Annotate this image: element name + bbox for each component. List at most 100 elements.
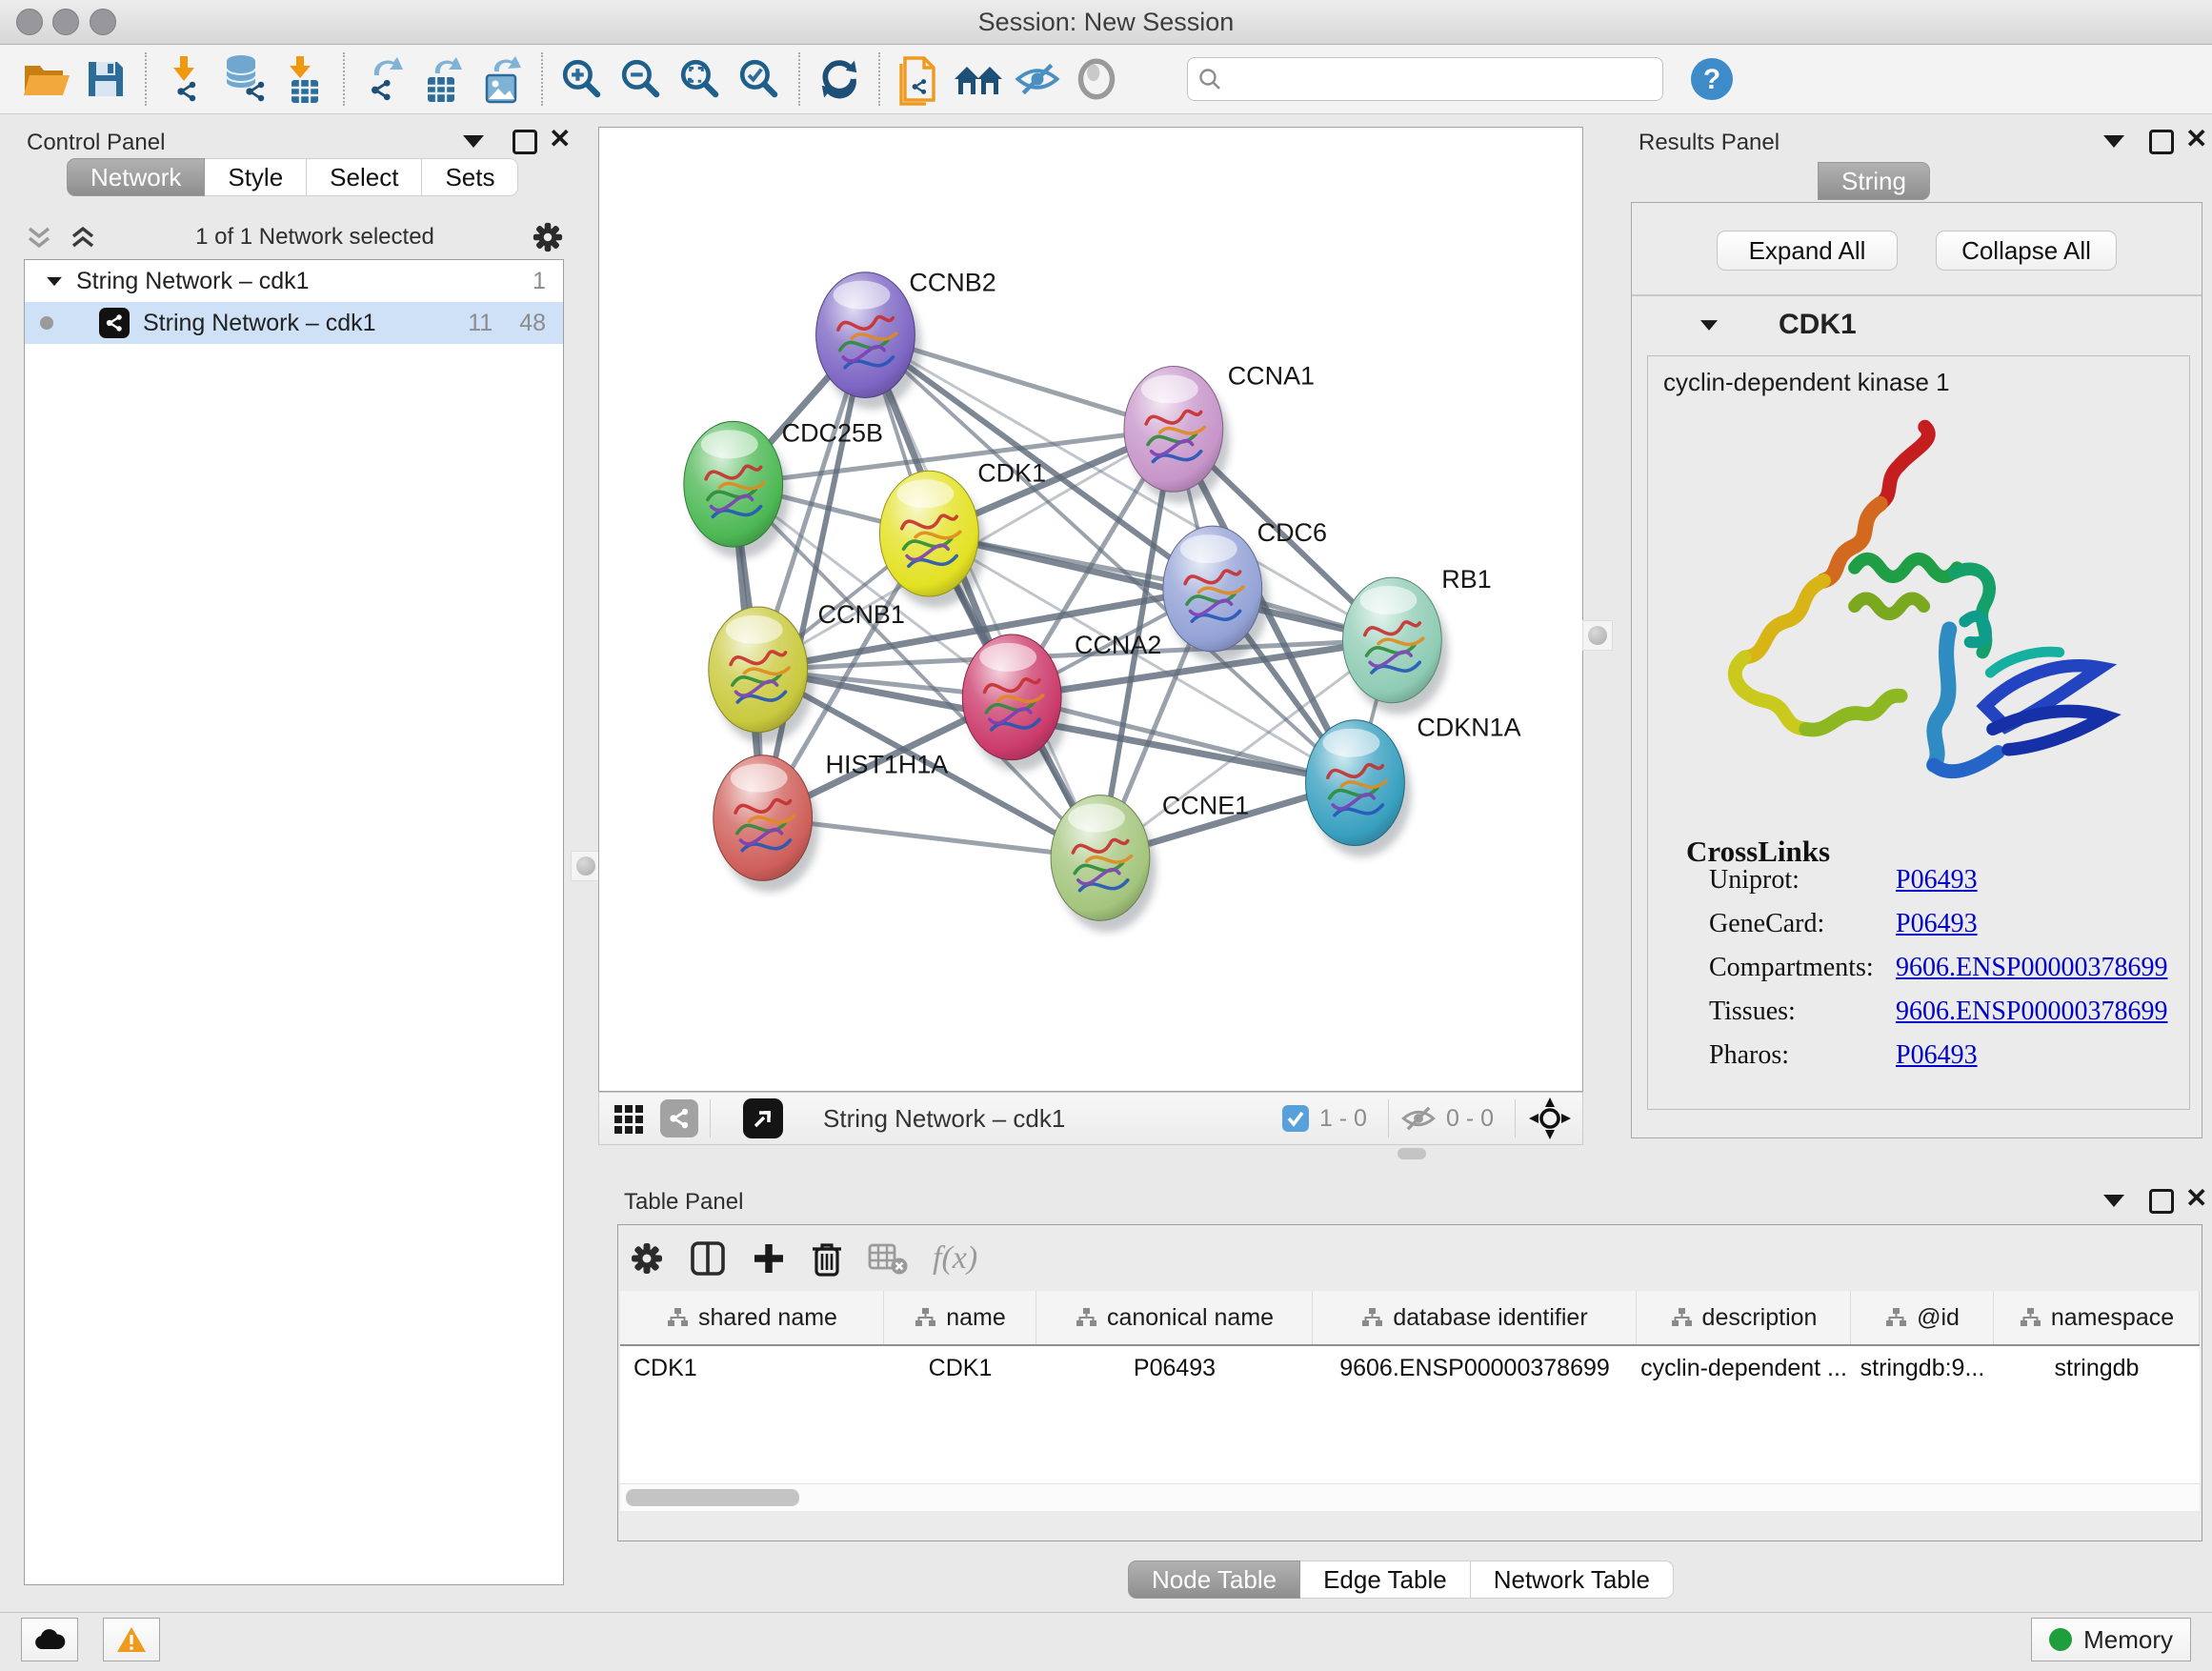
column-header-description[interactable]: description bbox=[1637, 1291, 1851, 1344]
column-header-canonical-name[interactable]: canonical name bbox=[1036, 1291, 1313, 1344]
table-cell[interactable]: stringdb bbox=[1994, 1355, 2200, 1382]
control-panel-close-icon[interactable]: ✕ bbox=[549, 130, 571, 149]
open-session-button[interactable] bbox=[17, 50, 76, 108]
node-gloss bbox=[1323, 729, 1380, 757]
column-header--id[interactable]: @id bbox=[1851, 1291, 1994, 1344]
warnings-button[interactable] bbox=[103, 1618, 160, 1661]
column-header-namespace[interactable]: namespace bbox=[1994, 1291, 2200, 1344]
column-header-shared-name[interactable]: shared name bbox=[620, 1291, 884, 1344]
show-columns-icon[interactable] bbox=[689, 1239, 727, 1278]
left-splitter-handle[interactable] bbox=[571, 851, 601, 881]
tab-edge-table[interactable]: Edge Table bbox=[1300, 1560, 1471, 1599]
table-row[interactable]: CDK1CDK1P064939606.ENSP00000378699cyclin… bbox=[620, 1346, 2200, 1390]
tab-string[interactable]: String bbox=[1818, 162, 1930, 200]
create-column-plus-icon[interactable] bbox=[752, 1241, 786, 1276]
collapse-all-button[interactable]: Collapse All bbox=[1936, 231, 2117, 271]
home-networks-button[interactable] bbox=[949, 50, 1008, 108]
crosslink-link[interactable]: P06493 bbox=[1896, 1040, 1978, 1071]
table-panel-close-icon[interactable]: ✕ bbox=[2185, 1189, 2207, 1208]
results-panel-close-icon[interactable]: ✕ bbox=[2185, 130, 2207, 149]
zoom-out-icon bbox=[619, 57, 663, 101]
table-panel-undock-icon[interactable] bbox=[2149, 1189, 2174, 1214]
crosslink-link[interactable]: P06493 bbox=[1896, 909, 1978, 939]
control-panel-float-icon[interactable] bbox=[463, 135, 484, 148]
hide-unhide-button[interactable] bbox=[1008, 50, 1067, 108]
toolbar-search bbox=[1187, 57, 1663, 101]
table-cell[interactable]: 9606.ENSP00000378699 bbox=[1313, 1355, 1637, 1382]
table-cell[interactable]: stringdb:9... bbox=[1851, 1355, 1994, 1382]
results-panel-float-icon[interactable] bbox=[2103, 135, 2124, 148]
table-cell[interactable]: CDK1 bbox=[620, 1355, 884, 1382]
delete-column-trash-icon[interactable] bbox=[811, 1240, 843, 1277]
crosslink-label: Tissues: bbox=[1709, 997, 1796, 1026]
network-options-gear-icon[interactable] bbox=[532, 221, 564, 253]
node-gloss bbox=[731, 764, 788, 793]
zoom-selected-button[interactable] bbox=[730, 50, 789, 108]
protein-section-header[interactable]: CDK1 bbox=[1636, 298, 2200, 352]
node-table: shared namenamecanonical namedatabase id… bbox=[620, 1291, 2200, 1511]
crosslink-link[interactable]: 9606.ENSP00000378699 bbox=[1896, 953, 2167, 983]
results-panel-undock-icon[interactable] bbox=[2149, 130, 2174, 154]
import-network-file-button[interactable] bbox=[156, 50, 215, 108]
current-network-name: String Network – cdk1 bbox=[823, 1104, 1281, 1134]
network-type-badge-icon[interactable] bbox=[660, 1099, 698, 1137]
zoom-in-button[interactable] bbox=[553, 50, 612, 108]
table-hscrollbar-thumb[interactable] bbox=[626, 1489, 799, 1506]
crosslink-link[interactable]: P06493 bbox=[1896, 865, 1978, 896]
memory-button[interactable]: Memory bbox=[2031, 1618, 2191, 1661]
right-splitter-handle[interactable] bbox=[1582, 620, 1613, 651]
birds-eye-grid-icon[interactable] bbox=[613, 1101, 647, 1136]
expand-all-icon[interactable] bbox=[68, 223, 98, 252]
export-table-button[interactable] bbox=[413, 50, 473, 108]
table-cell[interactable]: CDK1 bbox=[884, 1355, 1036, 1382]
tab-network-table[interactable]: Network Table bbox=[1471, 1560, 1674, 1599]
expand-all-button[interactable]: Expand All bbox=[1717, 231, 1898, 271]
node-label-CCNA1: CCNA1 bbox=[1228, 361, 1315, 390]
table-cell[interactable]: cyclin-dependent ... bbox=[1637, 1355, 1851, 1382]
open-in-new-icon[interactable] bbox=[743, 1098, 783, 1138]
help-button[interactable]: ? bbox=[1682, 50, 1741, 108]
column-header-name[interactable]: name bbox=[884, 1291, 1036, 1344]
table-options-gear-icon[interactable] bbox=[630, 1241, 664, 1276]
selected-node-edge-counts: 1 - 0 bbox=[1319, 1105, 1367, 1133]
tab-style[interactable]: Style bbox=[205, 158, 307, 196]
collapse-all-icon[interactable] bbox=[24, 223, 54, 252]
horizontal-splitter-handle[interactable] bbox=[1398, 1148, 1426, 1159]
table-panel-float-icon[interactable] bbox=[2103, 1195, 2124, 1207]
selected-checkbox-icon[interactable] bbox=[1281, 1104, 1310, 1133]
share-network-file-button[interactable] bbox=[890, 50, 949, 108]
fit-selected-crosshair-icon[interactable] bbox=[1527, 1096, 1573, 1141]
show-view-button[interactable] bbox=[1067, 50, 1126, 108]
node-gloss bbox=[834, 281, 891, 310]
search-input[interactable] bbox=[1222, 65, 1653, 93]
protein-collapse-icon[interactable] bbox=[1700, 320, 1718, 331]
tab-sets[interactable]: Sets bbox=[422, 158, 518, 196]
cloud-status-button[interactable] bbox=[21, 1618, 78, 1661]
import-table-button[interactable] bbox=[274, 50, 333, 108]
collection-expand-icon[interactable] bbox=[47, 276, 62, 285]
network-edge-CCNB2-CCNE1[interactable] bbox=[865, 335, 1100, 858]
network-collection-row[interactable]: String Network – cdk1 1 bbox=[25, 260, 563, 302]
table-cell[interactable]: P06493 bbox=[1036, 1355, 1313, 1382]
save-session-button[interactable] bbox=[76, 50, 135, 108]
tab-select[interactable]: Select bbox=[307, 158, 422, 196]
zoom-fit-button[interactable] bbox=[671, 50, 730, 108]
collection-label: String Network – cdk1 bbox=[76, 268, 310, 295]
control-panel-tabs: Network Style Select Sets bbox=[67, 158, 518, 196]
cloud-icon bbox=[33, 1628, 66, 1651]
table-hscrollbar[interactable] bbox=[620, 1483, 2200, 1511]
crosslink-label: Pharos: bbox=[1709, 1040, 1789, 1070]
crosslink-link[interactable]: 9606.ENSP00000378699 bbox=[1896, 997, 2167, 1027]
zoom-out-button[interactable] bbox=[612, 50, 671, 108]
network-canvas[interactable]: CCNB2CCNA1CDC25BCDK1CDC6RB1CCNB1CCNA2CDK… bbox=[599, 128, 1582, 1091]
network-row[interactable]: String Network – cdk1 11 48 bbox=[25, 302, 563, 344]
control-panel-undock-icon[interactable] bbox=[513, 130, 537, 154]
refresh-button[interactable] bbox=[810, 50, 869, 108]
network-edge-CCNB2-HIST1H1A[interactable] bbox=[763, 335, 866, 818]
column-header-database-identifier[interactable]: database identifier bbox=[1313, 1291, 1637, 1344]
export-image-button[interactable] bbox=[473, 50, 532, 108]
tab-network[interactable]: Network bbox=[67, 158, 205, 196]
import-network-from-database-button[interactable] bbox=[215, 50, 274, 108]
tab-node-table[interactable]: Node Table bbox=[1128, 1560, 1300, 1599]
export-network-button[interactable] bbox=[354, 50, 413, 108]
